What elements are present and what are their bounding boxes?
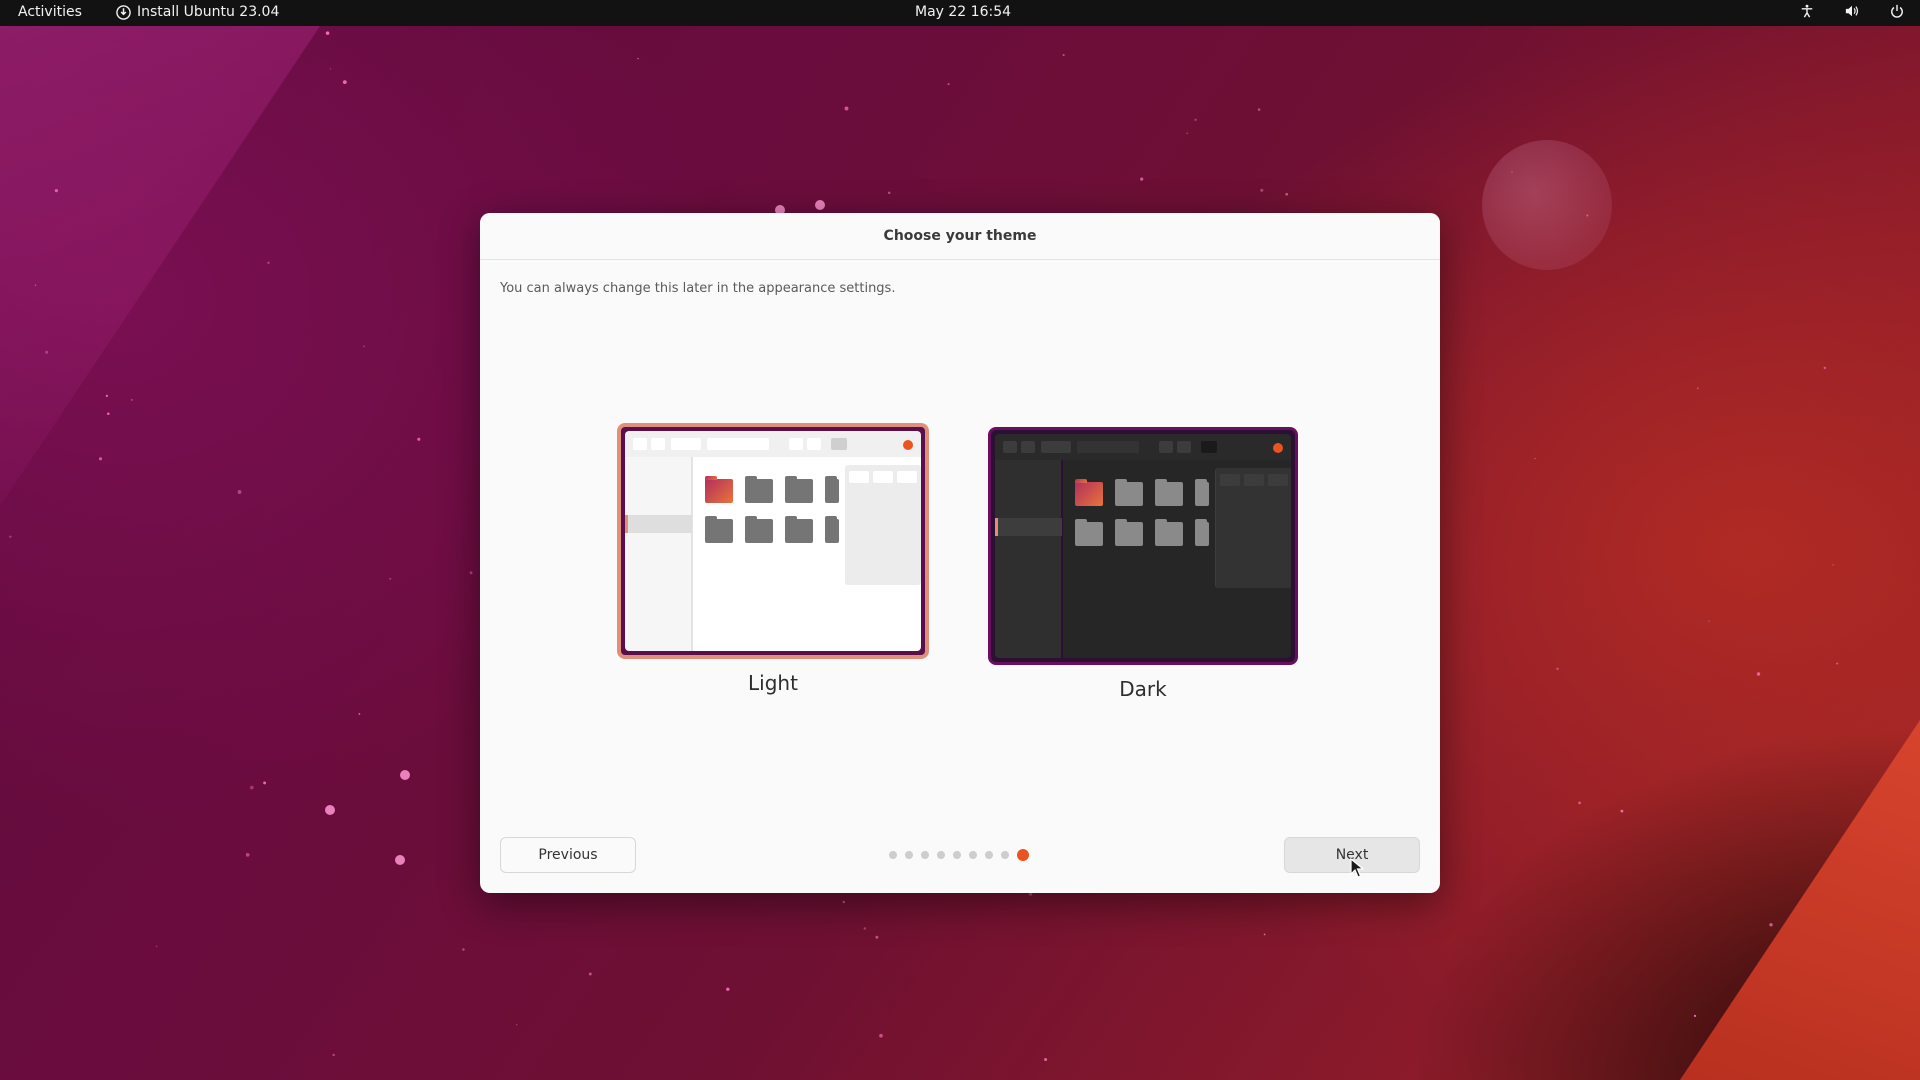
wallpaper-star <box>1823 366 1827 370</box>
wallpaper-star <box>389 577 392 580</box>
wallpaper-star <box>245 853 250 857</box>
wallpaper-star <box>267 261 270 265</box>
wallpaper-star <box>1257 108 1261 111</box>
page-dot <box>937 851 945 859</box>
wallpaper-star <box>844 106 849 111</box>
close-dot-icon <box>1273 443 1283 453</box>
wallpaper-star <box>263 781 267 785</box>
dialog-subtitle: You can always change this later in the … <box>500 281 896 296</box>
wallpaper-star <box>329 68 332 70</box>
page-indicator <box>889 849 1029 861</box>
wallpaper-star <box>9 535 12 538</box>
wallpaper-star <box>1696 387 1699 390</box>
wallpaper-star <box>417 437 421 441</box>
page-dot <box>905 851 913 859</box>
wallpaper-star <box>1062 54 1065 57</box>
page-dot <box>953 851 961 859</box>
wallpaper-star <box>875 935 879 939</box>
wallpaper-star <box>1285 192 1289 196</box>
wallpaper-star <box>1586 214 1589 217</box>
wallpaper-star <box>107 412 110 416</box>
wallpaper-star-glow <box>395 855 405 865</box>
volume-icon[interactable] <box>1844 4 1860 18</box>
wallpaper-star <box>1693 1014 1697 1018</box>
wallpaper-star <box>130 398 133 401</box>
wallpaper-star <box>462 948 465 951</box>
wallpaper-star <box>98 457 103 461</box>
top-bar: Activities Install Ubuntu 23.04 May 22 1… <box>0 0 1920 26</box>
wallpaper-star <box>1769 923 1773 927</box>
wallpaper-star-glow <box>400 770 410 780</box>
wallpaper-star <box>1511 171 1513 173</box>
page-dot <box>985 851 993 859</box>
theme-option-dark[interactable]: Dark <box>988 427 1298 701</box>
wallpaper-star <box>358 712 361 715</box>
theme-option-light[interactable]: Light <box>617 423 929 695</box>
activities-button[interactable]: Activities <box>18 4 82 20</box>
page-dot <box>889 851 897 859</box>
wallpaper-star <box>105 394 108 397</box>
wallpaper-star <box>842 900 846 904</box>
wallpaper-star <box>363 345 365 347</box>
installer-dialog: Choose your theme You can always change … <box>480 213 1440 893</box>
wallpaper-star <box>637 57 639 60</box>
previous-button[interactable]: Previous <box>500 837 636 873</box>
wallpaper-star <box>879 1033 883 1038</box>
theme-label-dark: Dark <box>1119 677 1167 701</box>
wallpaper-star <box>34 284 37 286</box>
wallpaper-star-glow <box>815 200 825 210</box>
theme-preview-light[interactable] <box>617 423 929 659</box>
power-icon[interactable] <box>1890 4 1904 18</box>
wallpaper-star <box>1044 1058 1048 1061</box>
wallpaper-star <box>54 189 58 193</box>
wallpaper-star <box>469 571 473 575</box>
wallpaper-star <box>45 350 49 354</box>
wallpaper-star <box>1832 564 1834 566</box>
wallpaper-star <box>250 785 254 790</box>
wallpaper-star <box>947 83 950 86</box>
close-dot-icon <box>903 440 913 450</box>
wallpaper-star <box>342 80 347 85</box>
app-menu[interactable]: Install Ubuntu 23.04 <box>116 4 279 20</box>
wallpaper-star <box>1556 667 1559 671</box>
accessibility-icon[interactable] <box>1800 4 1814 18</box>
wallpaper-star <box>887 191 891 195</box>
wallpaper-star <box>726 987 730 991</box>
wallpaper-star <box>1620 809 1624 813</box>
wallpaper-star <box>1578 801 1581 805</box>
page-dot-active <box>1017 849 1029 861</box>
wallpaper-star <box>1708 620 1710 622</box>
wallpaper-star <box>1534 457 1536 460</box>
system-tray[interactable] <box>1800 4 1904 18</box>
mouse-pointer-icon <box>1350 858 1364 878</box>
wallpaper-star <box>863 927 867 930</box>
wallpaper-star <box>1186 132 1188 135</box>
theme-label-light: Light <box>748 671 798 695</box>
wallpaper-star <box>325 31 330 35</box>
wallpaper-star <box>1194 118 1197 121</box>
dialog-title: Choose your theme <box>480 213 1440 260</box>
wallpaper-star <box>1260 188 1264 192</box>
wallpaper-star <box>237 490 242 494</box>
wallpaper-star <box>155 945 158 948</box>
app-title: Install Ubuntu 23.04 <box>137 4 280 20</box>
wallpaper-star-glow <box>325 805 335 815</box>
clock[interactable]: May 22 16:54 <box>915 4 1011 20</box>
page-dot <box>969 851 977 859</box>
wallpaper-star <box>1756 672 1761 676</box>
wallpaper-star <box>1140 177 1144 181</box>
wallpaper-star <box>1836 662 1839 665</box>
page-dot <box>921 851 929 859</box>
page-dot <box>1001 851 1009 859</box>
installer-icon <box>116 4 131 20</box>
wallpaper-star <box>588 972 592 976</box>
theme-preview-dark[interactable] <box>988 427 1298 665</box>
wallpaper-star <box>516 1024 518 1026</box>
wallpaper-star <box>332 1053 335 1057</box>
wallpaper-star <box>1263 933 1266 936</box>
